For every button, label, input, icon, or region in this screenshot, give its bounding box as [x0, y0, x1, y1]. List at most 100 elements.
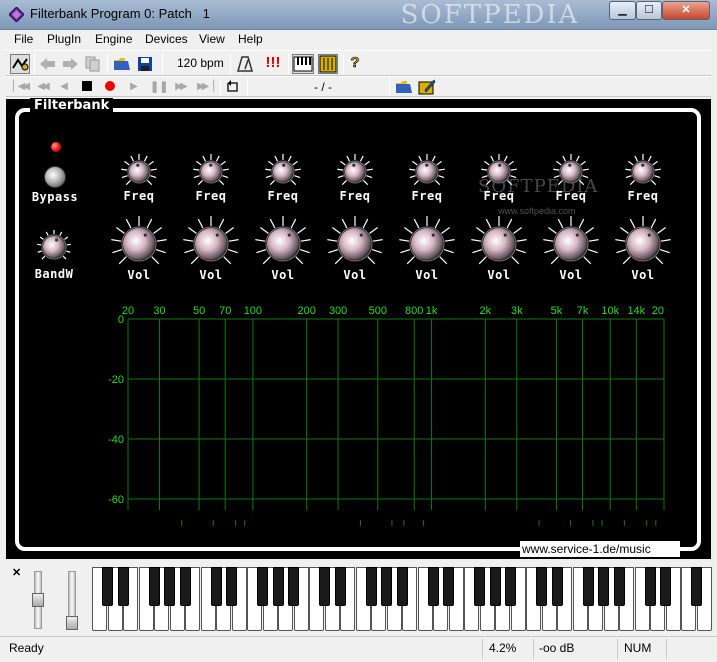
black-key[interactable] — [257, 567, 268, 606]
app-icon — [9, 7, 24, 22]
freq-tick-label: 3k — [511, 305, 523, 317]
freq-knob-1[interactable] — [118, 151, 160, 193]
black-key[interactable] — [644, 567, 656, 606]
frequency-response-graph[interactable]: 0-20-40-6020 30 50 70 100 200 300 500 800 1k 2k 3k 5… — [100, 300, 672, 530]
black-key[interactable] — [536, 567, 547, 606]
wizard-icon[interactable] — [10, 54, 30, 74]
play-icon[interactable]: ▶ — [128, 79, 140, 95]
maximize-button[interactable]: ☐ — [636, 1, 662, 20]
black-key[interactable] — [148, 567, 160, 606]
title-bar: Filterbank Program 0: Patch 1 SOFTPEDIA … — [0, 0, 717, 30]
pitch-wheel-handle[interactable] — [32, 593, 44, 607]
mod-wheel-handle[interactable] — [66, 616, 78, 630]
black-key[interactable] — [474, 567, 485, 606]
freq-knob-3[interactable] — [262, 151, 304, 193]
menu-help[interactable]: Help — [238, 32, 263, 46]
black-key[interactable] — [598, 567, 609, 606]
black-key[interactable] — [179, 567, 191, 606]
vol-knob-5[interactable] — [396, 213, 458, 275]
black-key[interactable] — [272, 567, 284, 606]
black-key[interactable] — [164, 567, 175, 606]
freq-label-1: Freq — [123, 189, 155, 203]
black-key[interactable] — [381, 567, 392, 606]
open-folder-icon[interactable] — [113, 55, 131, 73]
plugin-title: Filterbank — [30, 98, 114, 113]
freq-label-8: Freq — [627, 189, 659, 203]
freq-tick-label: 14k — [627, 305, 645, 317]
black-key[interactable] — [319, 567, 330, 606]
black-key[interactable] — [613, 567, 625, 606]
panel-icon[interactable] — [318, 54, 338, 74]
tempo-display[interactable]: 120 bpm — [177, 56, 224, 70]
black-key[interactable] — [489, 567, 501, 606]
black-key[interactable] — [551, 567, 563, 606]
black-key[interactable] — [691, 567, 702, 606]
close-button[interactable]: ✕ — [662, 1, 710, 20]
back-arrow-icon[interactable] — [39, 55, 57, 73]
record-icon[interactable] — [105, 81, 115, 91]
bandwidth-knob[interactable] — [34, 227, 74, 267]
stop-icon[interactable] — [82, 81, 92, 91]
freq-label-5: Freq — [411, 189, 443, 203]
freq-tick-label: 2k — [480, 305, 492, 317]
watermark-text: SOFTPEDIA — [400, 0, 580, 30]
black-key[interactable] — [582, 567, 594, 606]
fast-forward-icon[interactable]: ▶▶ — [172, 79, 188, 95]
vol-knob-3[interactable] — [252, 213, 314, 275]
black-key[interactable] — [396, 567, 408, 606]
vol-knob-4[interactable] — [324, 213, 386, 275]
close-icon[interactable]: ✕ — [12, 566, 21, 579]
black-key[interactable] — [288, 567, 299, 606]
piano-icon[interactable] — [292, 54, 314, 74]
edit-icon[interactable] — [418, 78, 436, 96]
menu-plugin[interactable]: PlugIn — [47, 32, 81, 46]
freq-tick-label: 20 — [652, 305, 664, 317]
menu-engine[interactable]: Engine — [95, 32, 132, 46]
vol-knob-2[interactable] — [180, 213, 242, 275]
loop-icon[interactable] — [225, 79, 239, 93]
toolbar-separator — [107, 54, 108, 74]
vol-knob-1[interactable] — [108, 213, 170, 275]
bypass-led-icon — [51, 142, 61, 152]
freq-knob-5[interactable] — [406, 151, 448, 193]
alert-icon[interactable]: !!! — [263, 55, 283, 73]
open-folder-icon[interactable] — [395, 78, 413, 96]
black-key[interactable] — [226, 567, 237, 606]
help-icon[interactable]: ? — [348, 54, 362, 73]
rewind-icon[interactable]: ◀◀ — [34, 79, 50, 95]
freq-knob-8[interactable] — [622, 151, 664, 193]
minimize-button[interactable]: ▁ — [609, 1, 636, 20]
black-key[interactable] — [660, 567, 671, 606]
freq-tick-label: 50 — [193, 305, 205, 317]
vol-knob-8[interactable] — [612, 213, 674, 275]
piano-keyboard[interactable] — [92, 567, 712, 631]
copy-icon[interactable] — [84, 55, 102, 73]
toolbar-separator — [162, 54, 163, 74]
save-icon[interactable] — [136, 55, 154, 73]
black-key[interactable] — [365, 567, 377, 606]
rewind-start-icon[interactable]: ▏◀◀ — [12, 79, 30, 95]
forward-arrow-icon[interactable] — [61, 55, 79, 73]
vol-knob-6[interactable] — [468, 213, 530, 275]
menu-file[interactable]: File — [14, 32, 33, 46]
black-key[interactable] — [443, 567, 454, 606]
forward-end-icon[interactable]: ▶▶▕ — [196, 79, 214, 95]
freq-knob-7[interactable] — [550, 151, 592, 193]
black-key[interactable] — [334, 567, 346, 606]
website-link[interactable]: www.service-1.de/music — [520, 541, 680, 557]
freq-knob-4[interactable] — [334, 151, 376, 193]
freq-knob-6[interactable] — [478, 151, 520, 193]
menu-devices[interactable]: Devices — [145, 32, 188, 46]
vol-knob-7[interactable] — [540, 213, 602, 275]
freq-knob-2[interactable] — [190, 151, 232, 193]
bypass-button[interactable] — [44, 166, 66, 188]
black-key[interactable] — [210, 567, 222, 606]
pause-icon[interactable]: ❚❚ — [150, 79, 168, 95]
black-key[interactable] — [505, 567, 516, 606]
prev-icon[interactable]: ◀ — [58, 79, 70, 95]
black-key[interactable] — [427, 567, 439, 606]
black-key[interactable] — [117, 567, 129, 606]
menu-view[interactable]: View — [199, 32, 225, 46]
black-key[interactable] — [102, 567, 113, 606]
metronome-icon[interactable] — [236, 55, 254, 73]
